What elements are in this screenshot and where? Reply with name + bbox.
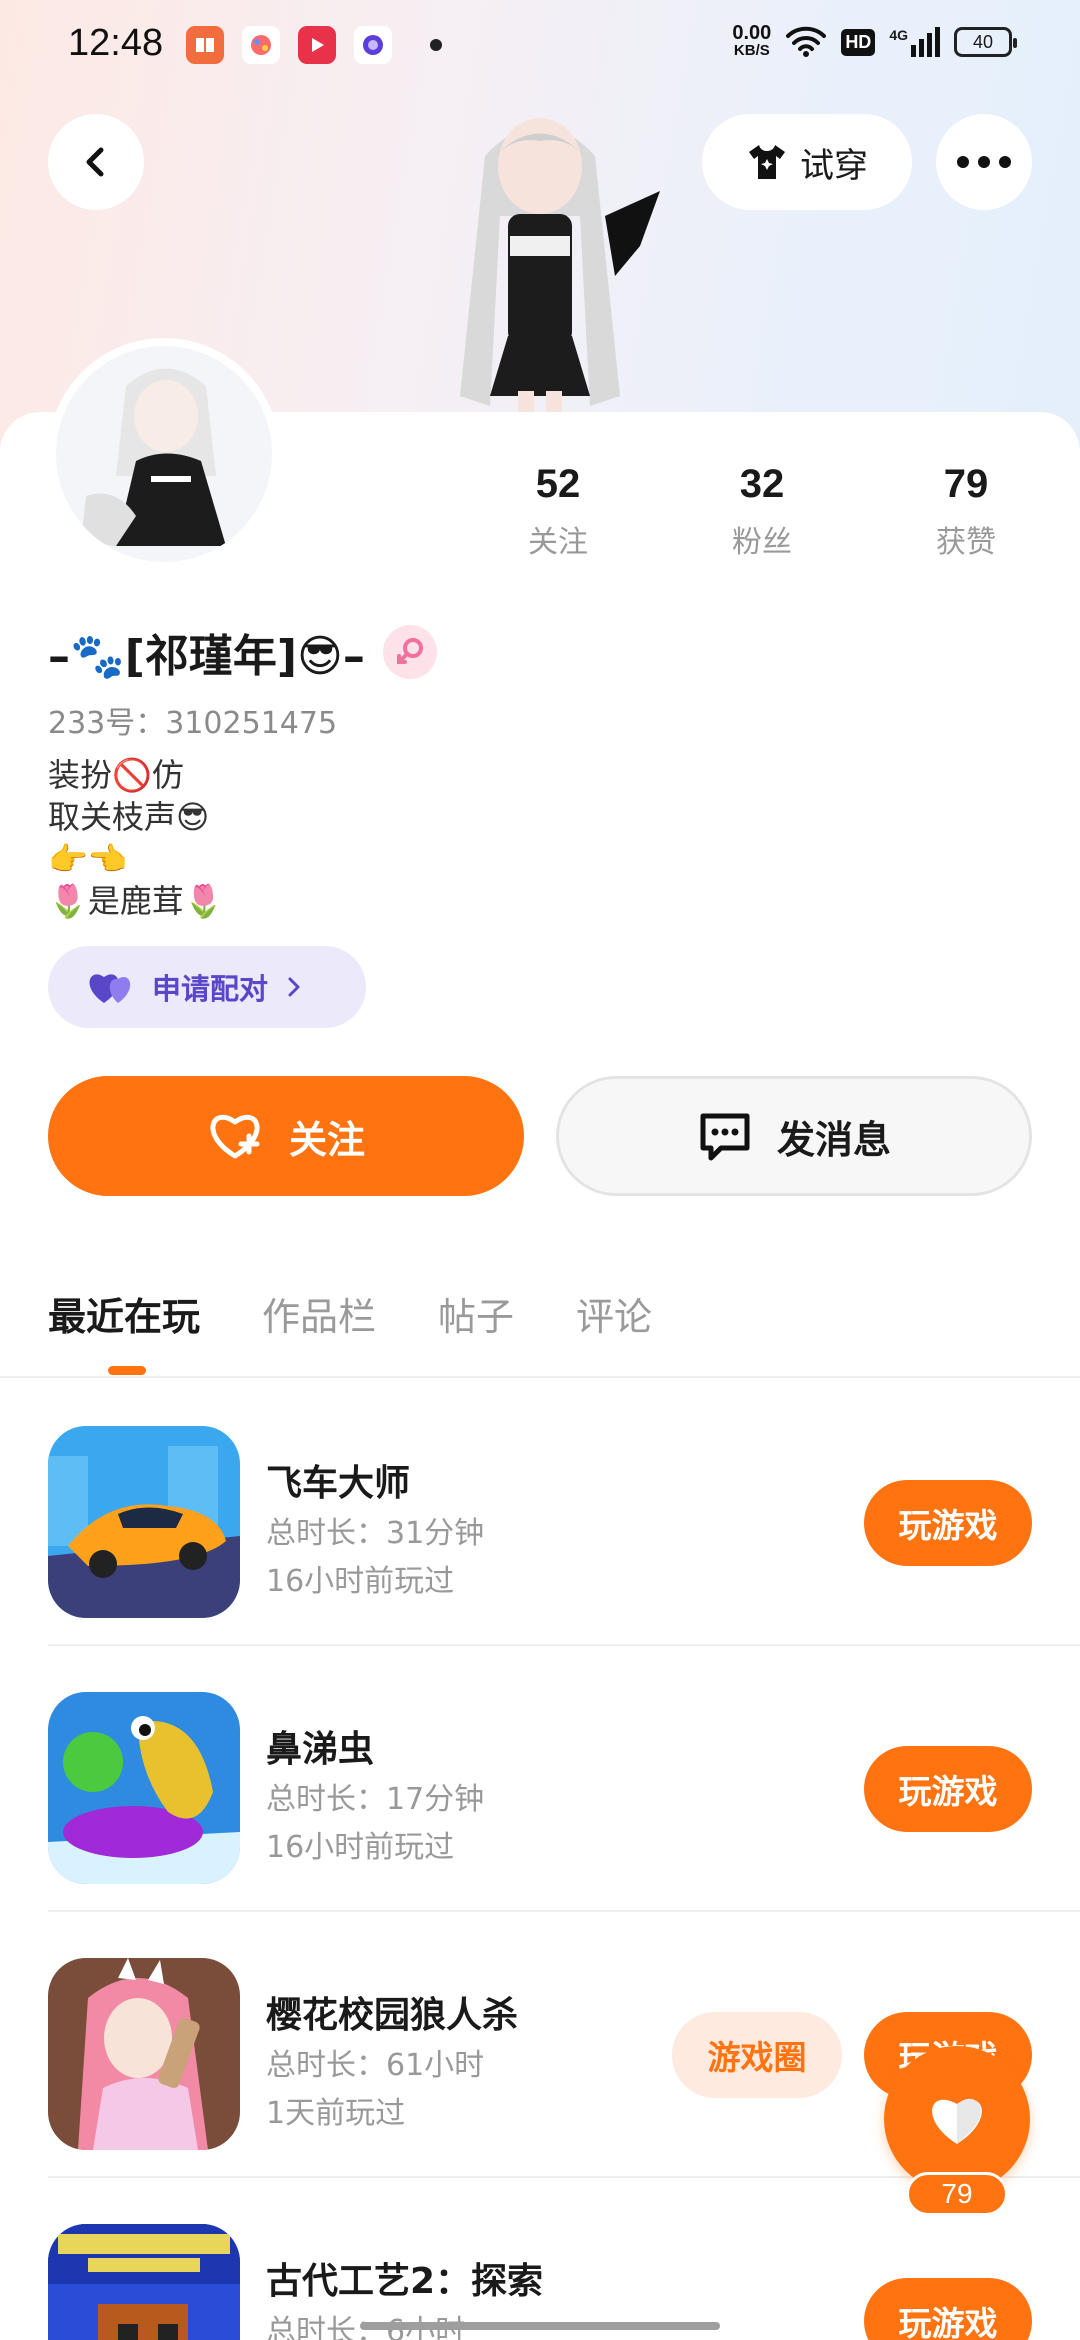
- play-game-button[interactable]: 玩游戏: [864, 2278, 1032, 2340]
- floating-like-button[interactable]: [884, 2046, 1030, 2192]
- game-list-item[interactable]: 鼻涕虫 总时长：17分钟 16小时前玩过 玩游戏: [48, 1646, 1080, 1912]
- stat-label: 关注: [528, 525, 588, 560]
- profile-tabs: 最近在玩 作品栏 帖子 评论: [48, 1286, 652, 1341]
- more-icon: [957, 156, 1011, 168]
- game-duration: 总时长：17分钟: [266, 1782, 485, 1817]
- game-list-item[interactable]: 飞车大师 总时长：31分钟 16小时前玩过 玩游戏: [48, 1380, 1080, 1646]
- bio-line: 🌷是鹿茸🌷: [48, 882, 224, 920]
- game-last-played: 1天前玩过: [266, 2096, 406, 2131]
- stat-label: 粉丝: [732, 525, 792, 560]
- apply-match-label: 申请配对: [152, 972, 269, 1006]
- game-title: 鼻涕虫: [266, 1729, 375, 1770]
- chevron-right-icon: [288, 977, 300, 997]
- avatar-character-image[interactable]: [390, 96, 690, 416]
- try-on-label: 试穿: [800, 145, 868, 186]
- signal-icon: 4G: [889, 27, 940, 57]
- game-title: 樱花校园狼人杀: [266, 1995, 519, 2036]
- tabs-divider: [0, 1376, 1080, 1378]
- bio-line: 👉👈: [48, 840, 128, 878]
- message-label: 发消息: [776, 1117, 891, 1162]
- game-icon-slug: [48, 1692, 240, 1884]
- home-indicator[interactable]: [360, 2322, 720, 2330]
- hd-icon: HD: [841, 28, 876, 56]
- like-count-badge: 79: [906, 2172, 1008, 2216]
- avatar[interactable]: [48, 338, 280, 570]
- female-gender-icon: [382, 625, 437, 679]
- tab-posts[interactable]: 帖子: [438, 1286, 514, 1341]
- heart-icon: [89, 974, 131, 1003]
- tab-recently-played[interactable]: 最近在玩: [48, 1286, 200, 1341]
- game-title: 古代工艺2：探索: [266, 2261, 544, 2302]
- tab-comments[interactable]: 评论: [576, 1286, 652, 1341]
- game-icon-ancient-craft: [48, 2224, 240, 2340]
- game-last-played: 16小时前玩过: [266, 1564, 455, 1599]
- nickname: –🐾[祁瑾年]😎–: [48, 631, 365, 682]
- game-icon-racing: [48, 1426, 240, 1618]
- more-notifications-dot: [430, 39, 442, 51]
- back-button[interactable]: [48, 114, 144, 210]
- battery-icon: 40: [954, 27, 1017, 57]
- user-id: 233号：310251475: [48, 706, 338, 741]
- more-button[interactable]: [936, 114, 1032, 210]
- game-icon-anime-girl: [48, 1958, 240, 2150]
- tab-works[interactable]: 作品栏: [262, 1286, 376, 1341]
- stat-value: 79: [943, 462, 989, 506]
- avatar-image: [81, 368, 226, 546]
- wifi-icon: [786, 26, 827, 57]
- game-duration: 总时长：31分钟: [266, 1516, 485, 1551]
- stat-likes[interactable]: 79 获赞: [886, 462, 1046, 561]
- video-app-icon: [298, 26, 336, 64]
- tab-active-indicator: [108, 1366, 146, 1375]
- message-button[interactable]: 发消息: [556, 1076, 1032, 1196]
- stat-following[interactable]: 52 关注: [478, 462, 638, 561]
- message-icon: [700, 1113, 750, 1161]
- heart-plus-icon: [210, 1114, 260, 1159]
- try-on-button[interactable]: 试穿: [702, 114, 912, 210]
- notification-icons: [186, 26, 442, 64]
- play-game-button[interactable]: 玩游戏: [864, 1480, 1032, 1566]
- game-last-played: 16小时前玩过: [266, 1830, 455, 1865]
- browser-app-icon: [354, 26, 392, 64]
- game-duration: 总时长：61小时: [266, 2048, 485, 2083]
- heart-icon: [932, 2098, 982, 2144]
- stat-value: 52: [535, 462, 581, 506]
- tshirt-icon: [749, 145, 785, 179]
- stat-label: 获赞: [936, 525, 996, 560]
- network-speed: 0.00 KB/S: [732, 22, 772, 59]
- stat-fans[interactable]: 32 粉丝: [682, 462, 842, 561]
- apply-match-button[interactable]: 申请配对: [48, 946, 366, 1028]
- bio-line: 装扮🚫仿: [48, 756, 184, 794]
- game-app-icon: [242, 26, 280, 64]
- book-app-icon: [186, 26, 224, 64]
- nickname-row: –🐾[祁瑾年]😎–: [48, 620, 437, 684]
- follow-label: 关注: [288, 1117, 365, 1162]
- follow-button[interactable]: 关注: [48, 1076, 524, 1196]
- game-circle-button[interactable]: 游戏圈: [672, 2012, 842, 2098]
- status-time: 12:48: [68, 22, 164, 64]
- game-title: 飞车大师: [266, 1463, 411, 1504]
- play-game-button[interactable]: 玩游戏: [864, 1746, 1032, 1832]
- status-bar: 12:48 0.00 KB/S HD 4G 40: [0, 0, 1080, 96]
- bio-line: 取关枝声😎: [48, 798, 210, 836]
- chevron-left-icon: [86, 147, 104, 177]
- system-indicators: 0.00 KB/S HD 4G 40: [732, 22, 1017, 60]
- bio: 装扮🚫仿 取关枝声😎 👉👈 🌷是鹿茸🌷: [48, 754, 224, 922]
- stat-value: 32: [739, 462, 785, 506]
